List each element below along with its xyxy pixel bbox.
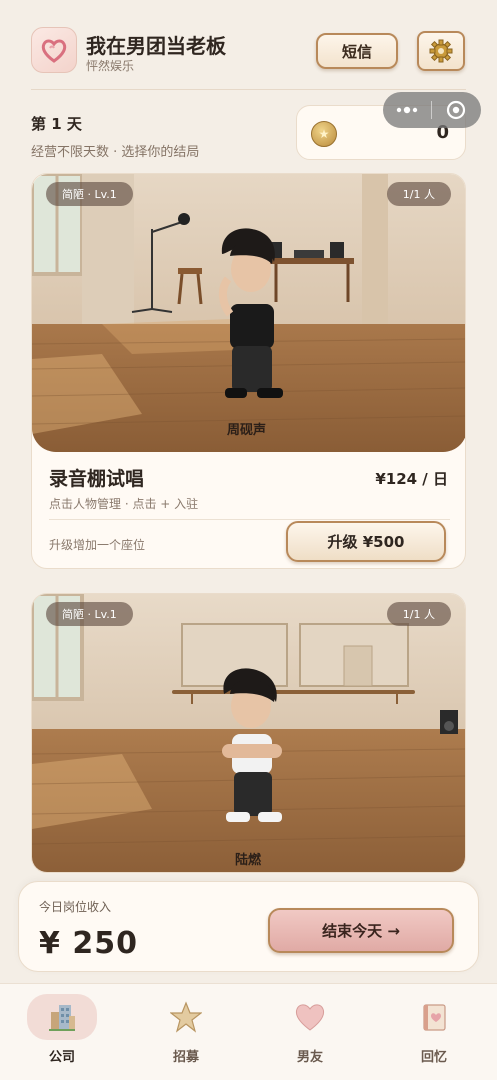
bottom-tab-bar: 公司 招募 男友 回忆 [0, 983, 497, 1080]
app-subtitle: 怦然娱乐 [86, 59, 135, 73]
income-label: 今日岗位收入 [39, 900, 112, 914]
room-income: ¥124 / 日 [375, 470, 448, 488]
heart-icon [275, 994, 345, 1040]
room-scene-image[interactable]: 简陋 · Lv.1 1/1 人 陆燃 [32, 594, 465, 872]
room-occupancy-badge: 1/1 人 [386, 182, 451, 206]
memory-album-icon [399, 994, 469, 1040]
miniprogram-capsule[interactable] [383, 92, 481, 128]
tab-recruit[interactable]: 招募 [124, 984, 248, 1080]
coin-icon: ★ [311, 121, 337, 147]
settings-button[interactable] [417, 31, 465, 71]
room-scene-image[interactable]: 简陋 · Lv.1 1/1 人 周砚声 [32, 174, 465, 452]
tab-label: 招募 [172, 1050, 199, 1065]
room-hint: 点击人物管理 · 点击 + 入驻 [49, 497, 199, 511]
close-miniprogram-icon[interactable] [432, 100, 480, 120]
tab-memories[interactable]: 回忆 [372, 984, 496, 1080]
character-name[interactable]: 周砚声 [227, 419, 266, 438]
gear-icon [429, 39, 453, 63]
header-divider [31, 89, 466, 90]
app-header: 我在男团当老板 怦然娱乐 短信 [0, 0, 497, 90]
tab-boyfriend[interactable]: 男友 [248, 984, 372, 1080]
tab-label: 男友 [296, 1050, 323, 1065]
tab-label: 公司 [48, 1050, 75, 1065]
day-title: 第 1 天 [31, 115, 82, 133]
tab-label: 回忆 [420, 1050, 447, 1065]
room-quality-tag: 简陋 · Lv.1 [46, 182, 133, 206]
app-title: 我在男团当老板 [86, 34, 226, 58]
upgrade-hint: 升级增加一个座位 [49, 538, 146, 552]
star-icon [151, 994, 221, 1040]
character-name[interactable]: 陆燃 [235, 849, 261, 868]
sms-button[interactable]: 短信 [316, 33, 398, 69]
company-building-icon [27, 994, 97, 1040]
day-subtitle: 经营不限天数 · 选择你的结局 [31, 145, 200, 160]
room-quality-tag: 简陋 · Lv.1 [46, 602, 133, 626]
card-divider [49, 519, 450, 520]
more-options-icon[interactable] [383, 106, 431, 114]
room-title: 录音棚试唱 [49, 468, 145, 490]
daily-income-panel: 今日岗位收入 ¥ 250 结束今天 → [18, 881, 479, 972]
room-card-dance-studio[interactable]: 简陋 · Lv.1 1/1 人 陆燃 [31, 593, 466, 873]
room-card-recording-studio[interactable]: 简陋 · Lv.1 1/1 人 周砚声 录音棚试唱 ¥124 / 日 点击人物管… [31, 173, 466, 569]
income-value: ¥ 250 [39, 926, 138, 961]
tab-company[interactable]: 公司 [0, 984, 124, 1080]
upgrade-button[interactable]: 升级 ¥500 [286, 521, 446, 562]
app-logo-heart-icon [31, 27, 77, 73]
end-day-button[interactable]: 结束今天 → [268, 908, 454, 953]
room-occupancy-badge: 1/1 人 [386, 602, 451, 626]
